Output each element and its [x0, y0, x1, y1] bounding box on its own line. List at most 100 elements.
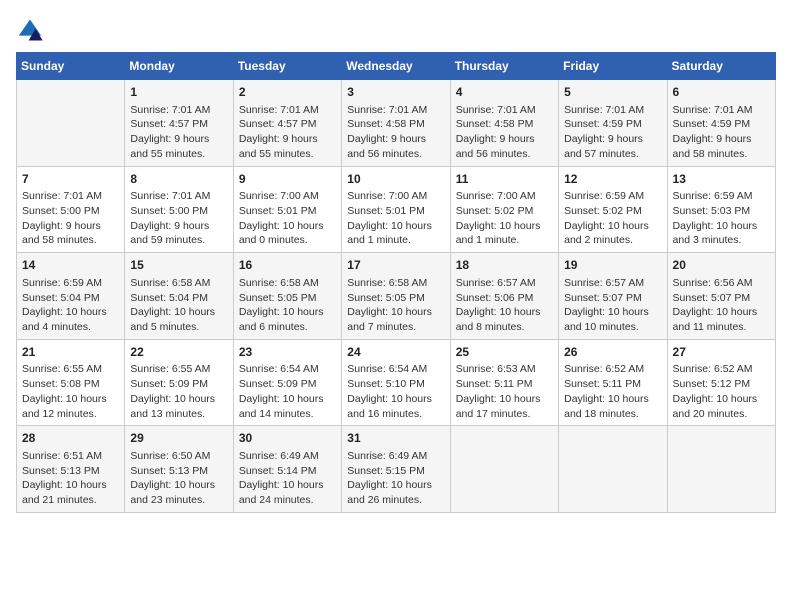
calendar-cell: 13Sunrise: 6:59 AMSunset: 5:03 PMDayligh… — [667, 166, 775, 253]
calendar-cell: 16Sunrise: 6:58 AMSunset: 5:05 PMDayligh… — [233, 253, 341, 340]
calendar-cell: 22Sunrise: 6:55 AMSunset: 5:09 PMDayligh… — [125, 339, 233, 426]
day-number: 12 — [564, 171, 661, 188]
calendar-cell: 18 Sunrise: 6:57 AMSunset: 5:06 PMDayligh… — [450, 253, 558, 340]
day-number: 4 — [456, 84, 553, 101]
header-day: Sunday — [17, 53, 125, 80]
day-number: 21 — [22, 344, 119, 361]
day-number: 1 — [130, 84, 227, 101]
cell-content: Sunrise: 6:58 AMSunset: 5:05 PMDaylight:… — [239, 276, 336, 335]
cell-content: Sunrise: 7:01 AMSunset: 4:58 PMDaylight:… — [347, 103, 444, 162]
day-number: 19 — [564, 257, 661, 274]
calendar-cell: 8Sunrise: 7:01 AMSunset: 5:00 PMDaylight… — [125, 166, 233, 253]
calendar-cell: 1 Sunrise: 7:01 AMSunset: 4:57 PMDaylight… — [125, 80, 233, 167]
calendar-cell: 23Sunrise: 6:54 AMSunset: 5:09 PMDayligh… — [233, 339, 341, 426]
calendar-cell: 9Sunrise: 7:00 AMSunset: 5:01 PMDaylight… — [233, 166, 341, 253]
day-number: 5 — [564, 84, 661, 101]
header-day: Thursday — [450, 53, 558, 80]
calendar-cell: 11Sunrise: 7:00 AMSunset: 5:02 PMDayligh… — [450, 166, 558, 253]
calendar-cell: 6 Sunrise: 7:01 AMSunset: 4:59 PMDaylight… — [667, 80, 775, 167]
day-number: 25 — [456, 344, 553, 361]
day-number: 27 — [673, 344, 770, 361]
calendar-cell: 30 Sunrise: 6:49 AMSunset: 5:14 PMDayligh… — [233, 426, 341, 513]
cell-content: Sunrise: 7:01 AMSunset: 4:57 PMDaylight:… — [130, 103, 227, 162]
calendar-cell: 25Sunrise: 6:53 AMSunset: 5:11 PMDayligh… — [450, 339, 558, 426]
calendar-cell: 15Sunrise: 6:58 AMSunset: 5:04 PMDayligh… — [125, 253, 233, 340]
day-number: 22 — [130, 344, 227, 361]
calendar-cell: 12Sunrise: 6:59 AMSunset: 5:02 PMDayligh… — [559, 166, 667, 253]
calendar-cell: 4 Sunrise: 7:01 AMSunset: 4:58 PMDaylight… — [450, 80, 558, 167]
calendar-cell: 31Sunrise: 6:49 AMSunset: 5:15 PMDayligh… — [342, 426, 450, 513]
header-day: Tuesday — [233, 53, 341, 80]
header-day: Monday — [125, 53, 233, 80]
cell-content: Sunrise: 7:01 AMSunset: 5:00 PMDaylight:… — [22, 189, 119, 248]
week-row: 7Sunrise: 7:01 AMSunset: 5:00 PMDaylight… — [17, 166, 776, 253]
calendar-table: SundayMondayTuesdayWednesdayThursdayFrid… — [16, 52, 776, 513]
cell-content: Sunrise: 7:01 AMSunset: 5:00 PMDaylight:… — [130, 189, 227, 248]
calendar-cell: 17 Sunrise: 6:58 AMSunset: 5:05 PMDayligh… — [342, 253, 450, 340]
cell-content: Sunrise: 6:49 AMSunset: 5:14 PMDaylight:… — [239, 449, 336, 508]
calendar-cell: 7Sunrise: 7:01 AMSunset: 5:00 PMDaylight… — [17, 166, 125, 253]
page-header — [16, 16, 776, 44]
week-row: 21Sunrise: 6:55 AMSunset: 5:08 PMDayligh… — [17, 339, 776, 426]
day-number: 3 — [347, 84, 444, 101]
day-number: 29 — [130, 430, 227, 447]
week-row: 14Sunrise: 6:59 AMSunset: 5:04 PMDayligh… — [17, 253, 776, 340]
cell-content: Sunrise: 7:01 AMSunset: 4:58 PMDaylight:… — [456, 103, 553, 162]
week-row: 28Sunrise: 6:51 AMSunset: 5:13 PMDayligh… — [17, 426, 776, 513]
calendar-cell: 20 Sunrise: 6:56 AMSunset: 5:07 PMDayligh… — [667, 253, 775, 340]
calendar-cell — [17, 80, 125, 167]
day-number: 2 — [239, 84, 336, 101]
calendar-cell: 10Sunrise: 7:00 AMSunset: 5:01 PMDayligh… — [342, 166, 450, 253]
header-day: Wednesday — [342, 53, 450, 80]
calendar-cell: 3 Sunrise: 7:01 AMSunset: 4:58 PMDaylight… — [342, 80, 450, 167]
cell-content: Sunrise: 7:01 AMSunset: 4:59 PMDaylight:… — [564, 103, 661, 162]
day-number: 10 — [347, 171, 444, 188]
calendar-cell — [450, 426, 558, 513]
logo — [16, 16, 48, 44]
cell-content: Sunrise: 6:53 AMSunset: 5:11 PMDaylight:… — [456, 362, 553, 421]
calendar-cell: 28Sunrise: 6:51 AMSunset: 5:13 PMDayligh… — [17, 426, 125, 513]
calendar-cell: 29Sunrise: 6:50 AMSunset: 5:13 PMDayligh… — [125, 426, 233, 513]
cell-content: Sunrise: 6:55 AMSunset: 5:08 PMDaylight:… — [22, 362, 119, 421]
day-number: 7 — [22, 171, 119, 188]
cell-content: Sunrise: 7:00 AMSunset: 5:01 PMDaylight:… — [347, 189, 444, 248]
calendar-cell: 26Sunrise: 6:52 AMSunset: 5:11 PMDayligh… — [559, 339, 667, 426]
cell-content: Sunrise: 6:59 AMSunset: 5:03 PMDaylight:… — [673, 189, 770, 248]
calendar-cell — [667, 426, 775, 513]
day-number: 14 — [22, 257, 119, 274]
cell-content: Sunrise: 6:58 AMSunset: 5:04 PMDaylight:… — [130, 276, 227, 335]
day-number: 8 — [130, 171, 227, 188]
calendar-cell: 14Sunrise: 6:59 AMSunset: 5:04 PMDayligh… — [17, 253, 125, 340]
day-number: 11 — [456, 171, 553, 188]
calendar-cell: 27Sunrise: 6:52 AMSunset: 5:12 PMDayligh… — [667, 339, 775, 426]
header-day: Friday — [559, 53, 667, 80]
day-number: 13 — [673, 171, 770, 188]
cell-content: Sunrise: 6:51 AMSunset: 5:13 PMDaylight:… — [22, 449, 119, 508]
calendar-cell: 5 Sunrise: 7:01 AMSunset: 4:59 PMDaylight… — [559, 80, 667, 167]
calendar-cell: 24Sunrise: 6:54 AMSunset: 5:10 PMDayligh… — [342, 339, 450, 426]
header-day: Saturday — [667, 53, 775, 80]
day-number: 30 — [239, 430, 336, 447]
calendar-cell: 19 Sunrise: 6:57 AMSunset: 5:07 PMDayligh… — [559, 253, 667, 340]
cell-content: Sunrise: 6:57 AMSunset: 5:06 PMDaylight:… — [456, 276, 553, 335]
day-number: 26 — [564, 344, 661, 361]
cell-content: Sunrise: 6:58 AMSunset: 5:05 PMDaylight:… — [347, 276, 444, 335]
day-number: 31 — [347, 430, 444, 447]
day-number: 20 — [673, 257, 770, 274]
cell-content: Sunrise: 6:52 AMSunset: 5:11 PMDaylight:… — [564, 362, 661, 421]
cell-content: Sunrise: 6:57 AMSunset: 5:07 PMDaylight:… — [564, 276, 661, 335]
cell-content: Sunrise: 7:01 AMSunset: 4:59 PMDaylight:… — [673, 103, 770, 162]
day-number: 17 — [347, 257, 444, 274]
cell-content: Sunrise: 6:55 AMSunset: 5:09 PMDaylight:… — [130, 362, 227, 421]
logo-icon — [16, 16, 44, 44]
day-number: 18 — [456, 257, 553, 274]
calendar-cell: 2Sunrise: 7:01 AMSunset: 4:57 PMDaylight… — [233, 80, 341, 167]
header-row: SundayMondayTuesdayWednesdayThursdayFrid… — [17, 53, 776, 80]
cell-content: Sunrise: 6:59 AMSunset: 5:02 PMDaylight:… — [564, 189, 661, 248]
cell-content: Sunrise: 6:54 AMSunset: 5:09 PMDaylight:… — [239, 362, 336, 421]
cell-content: Sunrise: 6:56 AMSunset: 5:07 PMDaylight:… — [673, 276, 770, 335]
day-number: 6 — [673, 84, 770, 101]
calendar-cell: 21Sunrise: 6:55 AMSunset: 5:08 PMDayligh… — [17, 339, 125, 426]
cell-content: Sunrise: 6:54 AMSunset: 5:10 PMDaylight:… — [347, 362, 444, 421]
day-number: 23 — [239, 344, 336, 361]
